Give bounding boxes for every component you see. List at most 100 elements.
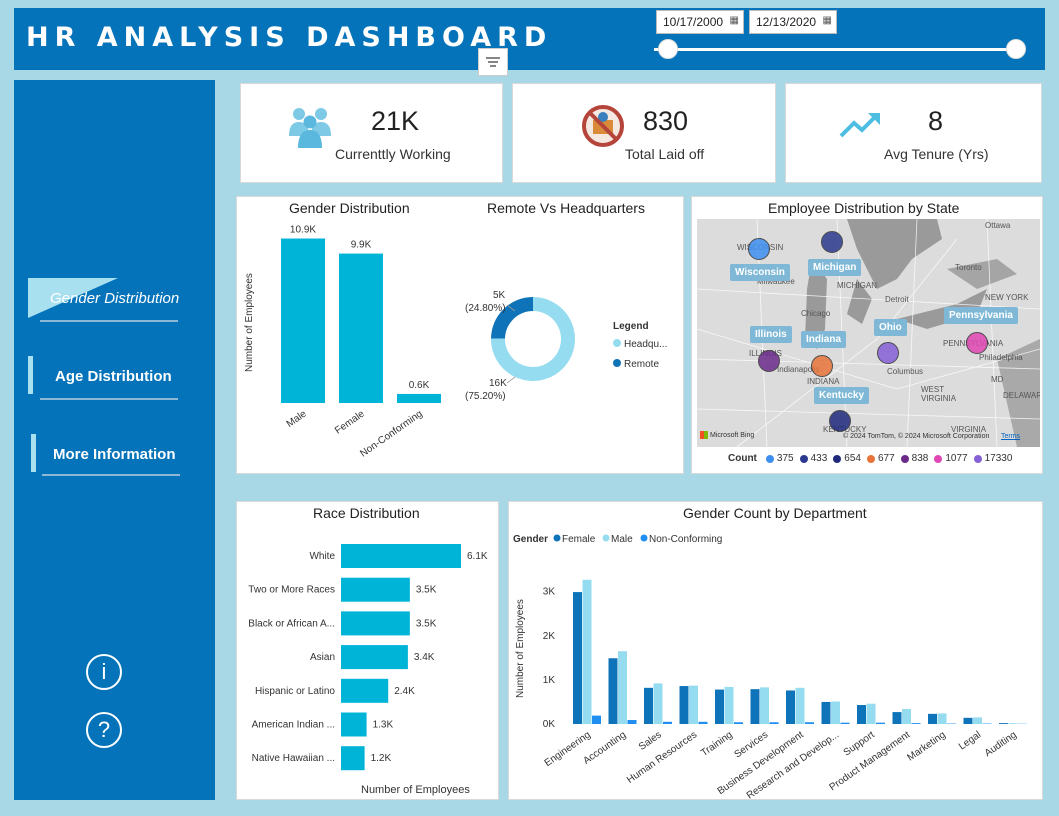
dept-bar[interactable] xyxy=(724,686,734,724)
map-terms-link[interactable]: Terms xyxy=(1001,433,1020,440)
map-bubble-michigan[interactable] xyxy=(821,231,843,253)
gender-bar-value: 10.9K xyxy=(290,225,316,236)
donut-legend-title: Legend xyxy=(613,321,649,332)
gender-bar[interactable] xyxy=(339,253,383,403)
help-button[interactable]: ? xyxy=(86,712,122,748)
race-bar[interactable] xyxy=(341,544,461,568)
gender-bar-value: 9.9K xyxy=(351,240,372,251)
nav-gender-distribution[interactable]: Gender Distribution xyxy=(50,290,179,307)
dept-bar[interactable] xyxy=(831,701,840,725)
map-legend-count: 433 xyxy=(810,453,828,464)
map-place-label: DELAWARE xyxy=(1003,391,1040,400)
map-place-label: MICHIGAN xyxy=(837,281,877,290)
dept-bar[interactable] xyxy=(928,713,937,724)
date-from-input[interactable]: 10/17/2000 ▦ xyxy=(656,10,744,34)
calendar-icon[interactable]: ▦ xyxy=(823,15,832,26)
race-bar-value: 1.3K xyxy=(373,720,394,731)
dept-bar[interactable] xyxy=(715,689,724,724)
dept-bar[interactable] xyxy=(892,712,902,724)
race-bar-value: 3.5K xyxy=(416,618,437,629)
date-range-slider[interactable] xyxy=(654,48,1016,51)
dept-bar[interactable] xyxy=(805,722,814,724)
dept-bar[interactable] xyxy=(1008,723,1018,724)
race-bar[interactable] xyxy=(341,746,365,771)
dept-bar[interactable] xyxy=(627,720,637,724)
dept-bar[interactable] xyxy=(857,705,866,724)
dept-category-label: Auditing xyxy=(983,729,1019,759)
dept-bar[interactable] xyxy=(689,685,698,724)
race-bar[interactable] xyxy=(341,611,410,636)
map-bubble-illinois[interactable] xyxy=(758,350,780,372)
dept-bar[interactable] xyxy=(592,715,601,724)
dept-bar[interactable] xyxy=(821,701,831,724)
dept-bar[interactable] xyxy=(663,721,672,724)
dept-bar[interactable] xyxy=(963,717,973,724)
dept-bar[interactable] xyxy=(973,717,982,724)
dept-bar[interactable] xyxy=(618,651,627,724)
legend-hq-label: Headqu... xyxy=(624,339,667,350)
dept-legend-title: Gender xyxy=(513,534,548,545)
map-bubble-kentucky[interactable] xyxy=(829,410,851,432)
dept-bar[interactable] xyxy=(734,722,743,724)
trend-up-icon xyxy=(839,113,880,138)
map-state-label: Indiana xyxy=(801,331,847,348)
calendar-icon[interactable]: ▦ xyxy=(730,15,739,26)
map-legend-swatch xyxy=(765,454,774,463)
map-state-label: Pennsylvania xyxy=(944,307,1018,324)
gender-bar[interactable] xyxy=(281,238,325,403)
map-bubble-ohio[interactable] xyxy=(877,342,899,364)
nav-age-distribution[interactable]: Age Distribution xyxy=(55,368,172,385)
dept-bar[interactable] xyxy=(911,723,921,724)
map-bubble-pennsylvania[interactable] xyxy=(966,332,988,354)
dept-bar[interactable] xyxy=(840,722,850,724)
dept-bar[interactable] xyxy=(698,721,708,724)
dept-legend-swatch xyxy=(553,534,561,542)
dept-bar[interactable] xyxy=(679,686,689,724)
nav-divider xyxy=(42,474,180,476)
dept-bar[interactable] xyxy=(999,723,1008,724)
gender-bar[interactable] xyxy=(397,393,441,403)
nav-more-information[interactable]: More Information xyxy=(53,446,176,463)
dept-bar[interactable] xyxy=(866,703,876,724)
dept-bar[interactable] xyxy=(786,690,795,724)
gender-bar-value: 0.6K xyxy=(409,380,430,391)
dept-bar[interactable] xyxy=(795,687,805,724)
dept-y-tick: 0K xyxy=(543,719,556,730)
dept-bar[interactable] xyxy=(937,713,947,724)
dept-bar[interactable] xyxy=(582,579,592,724)
hq-pct-label: (75.20%) xyxy=(465,391,506,402)
race-bar[interactable] xyxy=(341,577,410,602)
race-bar[interactable] xyxy=(341,712,367,737)
dept-bar[interactable] xyxy=(769,722,779,724)
dept-bar[interactable] xyxy=(653,683,663,724)
dept-bar[interactable] xyxy=(573,592,582,724)
info-button[interactable]: i xyxy=(86,654,122,690)
map-place-label: Toronto xyxy=(955,263,982,272)
date-to-input[interactable]: 12/13/2020 ▦ xyxy=(749,10,837,34)
dept-bar[interactable] xyxy=(644,687,653,724)
remote-pct-label: (24.80%) xyxy=(465,303,506,314)
map-legend-swatch xyxy=(934,454,943,463)
map-place-label: WEST VIRGINIA xyxy=(921,385,957,403)
dept-bar[interactable] xyxy=(608,658,618,724)
dept-bar[interactable] xyxy=(750,689,760,724)
gender-y-axis-label: Number of Employees xyxy=(244,273,255,372)
race-panel: Race Distribution Number of Employees Wh… xyxy=(236,501,499,800)
map-canvas[interactable]: Ottawa WISCONSIN Milwaukee MICHIGAN Toro… xyxy=(697,219,1040,447)
dept-bar[interactable] xyxy=(760,687,769,724)
filter-menu-button[interactable] xyxy=(478,48,508,76)
dept-bar[interactable] xyxy=(902,709,911,724)
dept-legend-swatch xyxy=(640,534,648,542)
slider-start-handle[interactable] xyxy=(658,39,678,59)
map-legend-title: Count xyxy=(728,453,757,464)
dept-bar[interactable] xyxy=(876,722,885,724)
kpi-laid-off-value: 830 xyxy=(643,106,689,136)
dashboard-title: HR ANALYSIS DASHBOARD xyxy=(26,22,553,53)
race-category-label: Black or African A... xyxy=(248,618,335,629)
map-bubble-indiana[interactable] xyxy=(811,355,833,377)
race-bar[interactable] xyxy=(341,645,408,670)
map-legend-swatch xyxy=(799,454,808,463)
slider-end-handle[interactable] xyxy=(1006,39,1026,59)
race-bar[interactable] xyxy=(341,678,389,703)
map-bubble-wisconsin[interactable] xyxy=(748,238,770,260)
